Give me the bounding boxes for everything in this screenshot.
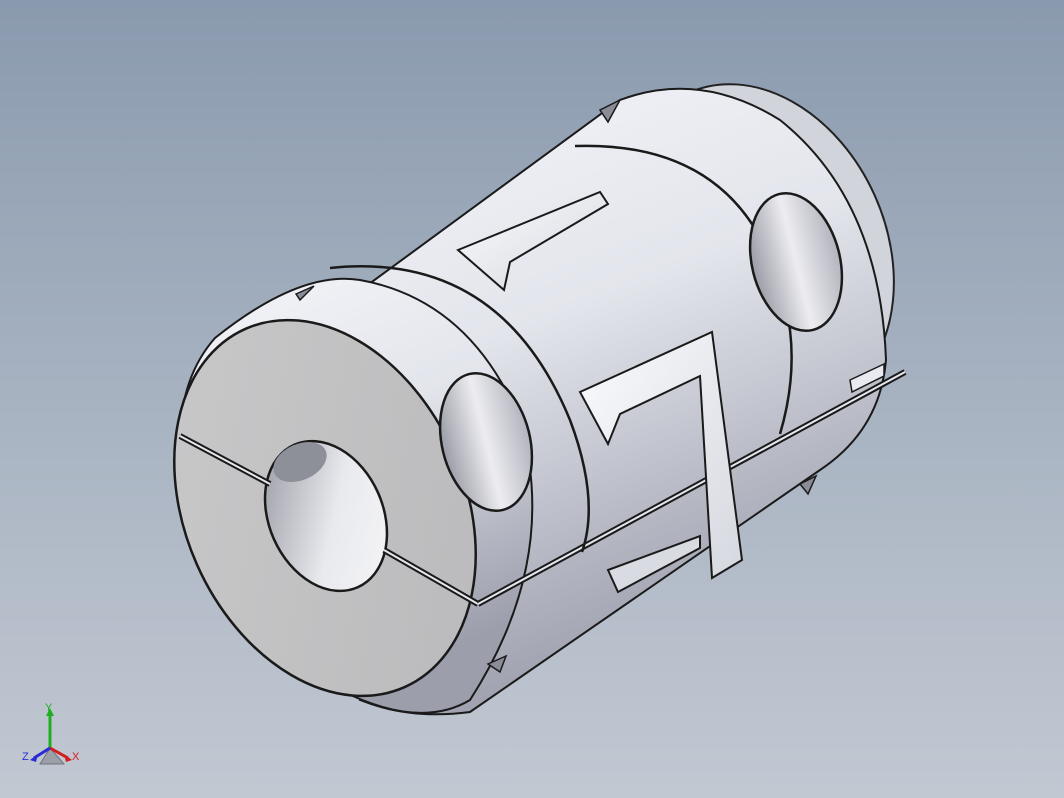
coupling-model[interactable] [0,0,1064,798]
graphics-viewport[interactable]: Y X Z [0,0,1064,798]
view-orientation-triad[interactable]: Y X Z [18,702,88,772]
x-axis-label: X [72,751,80,763]
z-axis-label: Z [22,751,29,763]
y-axis-label: Y [45,702,53,714]
